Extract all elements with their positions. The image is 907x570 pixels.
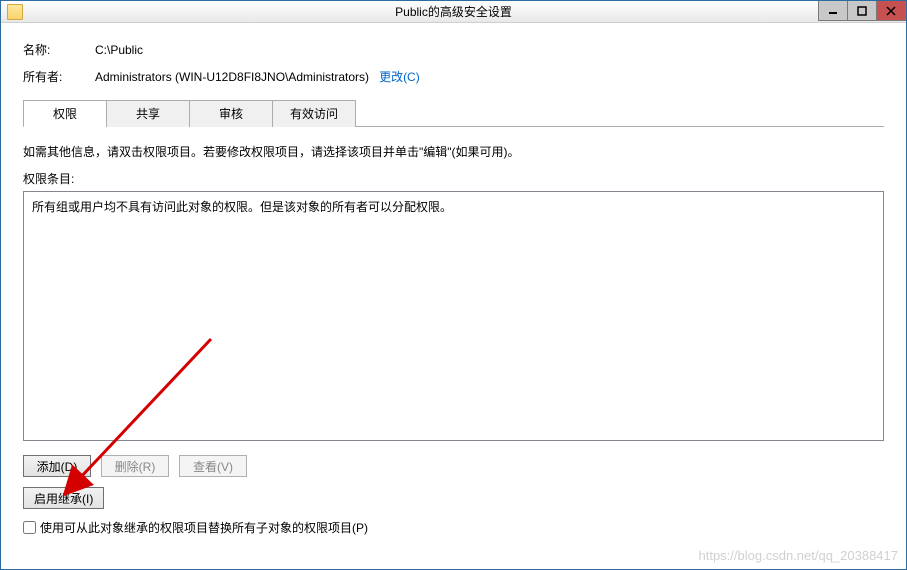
folder-icon <box>7 4 23 20</box>
tab-effective-access[interactable]: 有效访问 <box>272 100 356 127</box>
replace-child-permissions-row: 使用可从此对象继承的权限项目替换所有子对象的权限项目(P) <box>23 519 884 536</box>
view-button: 查看(V) <box>179 455 247 477</box>
replace-child-permissions-label[interactable]: 使用可从此对象继承的权限项目替换所有子对象的权限项目(P) <box>40 519 368 536</box>
remove-button: 删除(R) <box>101 455 169 477</box>
content-area: 名称: C:\Public 所有者: Administrators (WIN-U… <box>1 23 906 536</box>
maximize-button[interactable] <box>847 1 877 21</box>
tab-strip: 权限 共享 审核 有效访问 <box>23 99 884 127</box>
inherit-row: 启用继承(I) <box>23 487 884 509</box>
tab-permissions[interactable]: 权限 <box>23 100 107 127</box>
permissions-empty-message: 所有组或用户均不具有访问此对象的权限。但是该对象的所有者可以分配权限。 <box>32 200 452 214</box>
watermark: https://blog.csdn.net/qq_20388417 <box>699 548 899 563</box>
action-buttons: 添加(D) 删除(R) 查看(V) <box>23 455 884 477</box>
tab-audit[interactable]: 审核 <box>189 100 273 127</box>
window-controls <box>819 1 906 21</box>
permissions-list-label: 权限条目: <box>23 170 884 187</box>
change-owner-link[interactable]: 更改(C) <box>379 68 420 85</box>
advanced-security-window: Public的高级安全设置 名称: C:\Public 所有者: Adminis… <box>0 0 907 570</box>
minimize-button[interactable] <box>818 1 848 21</box>
minimize-icon <box>828 6 838 16</box>
replace-child-permissions-checkbox[interactable] <box>23 521 36 534</box>
close-button[interactable] <box>876 1 906 21</box>
instruction-text: 如需其他信息，请双击权限项目。若要修改权限项目，请选择该项目并单击"编辑"(如果… <box>23 143 884 160</box>
close-icon <box>886 6 896 16</box>
enable-inherit-button[interactable]: 启用继承(I) <box>23 487 104 509</box>
owner-value: Administrators (WIN-U12D8FI8JNO\Administ… <box>95 70 369 84</box>
name-row: 名称: C:\Public <box>23 41 884 58</box>
permissions-list[interactable]: 所有组或用户均不具有访问此对象的权限。但是该对象的所有者可以分配权限。 <box>23 191 884 441</box>
maximize-icon <box>857 6 867 16</box>
owner-row: 所有者: Administrators (WIN-U12D8FI8JNO\Adm… <box>23 68 884 85</box>
owner-label: 所有者: <box>23 68 95 85</box>
titlebar: Public的高级安全设置 <box>1 1 906 23</box>
tab-share[interactable]: 共享 <box>106 100 190 127</box>
name-label: 名称: <box>23 41 95 58</box>
window-title: Public的高级安全设置 <box>395 3 512 20</box>
name-value: C:\Public <box>95 43 143 57</box>
add-button[interactable]: 添加(D) <box>23 455 91 477</box>
